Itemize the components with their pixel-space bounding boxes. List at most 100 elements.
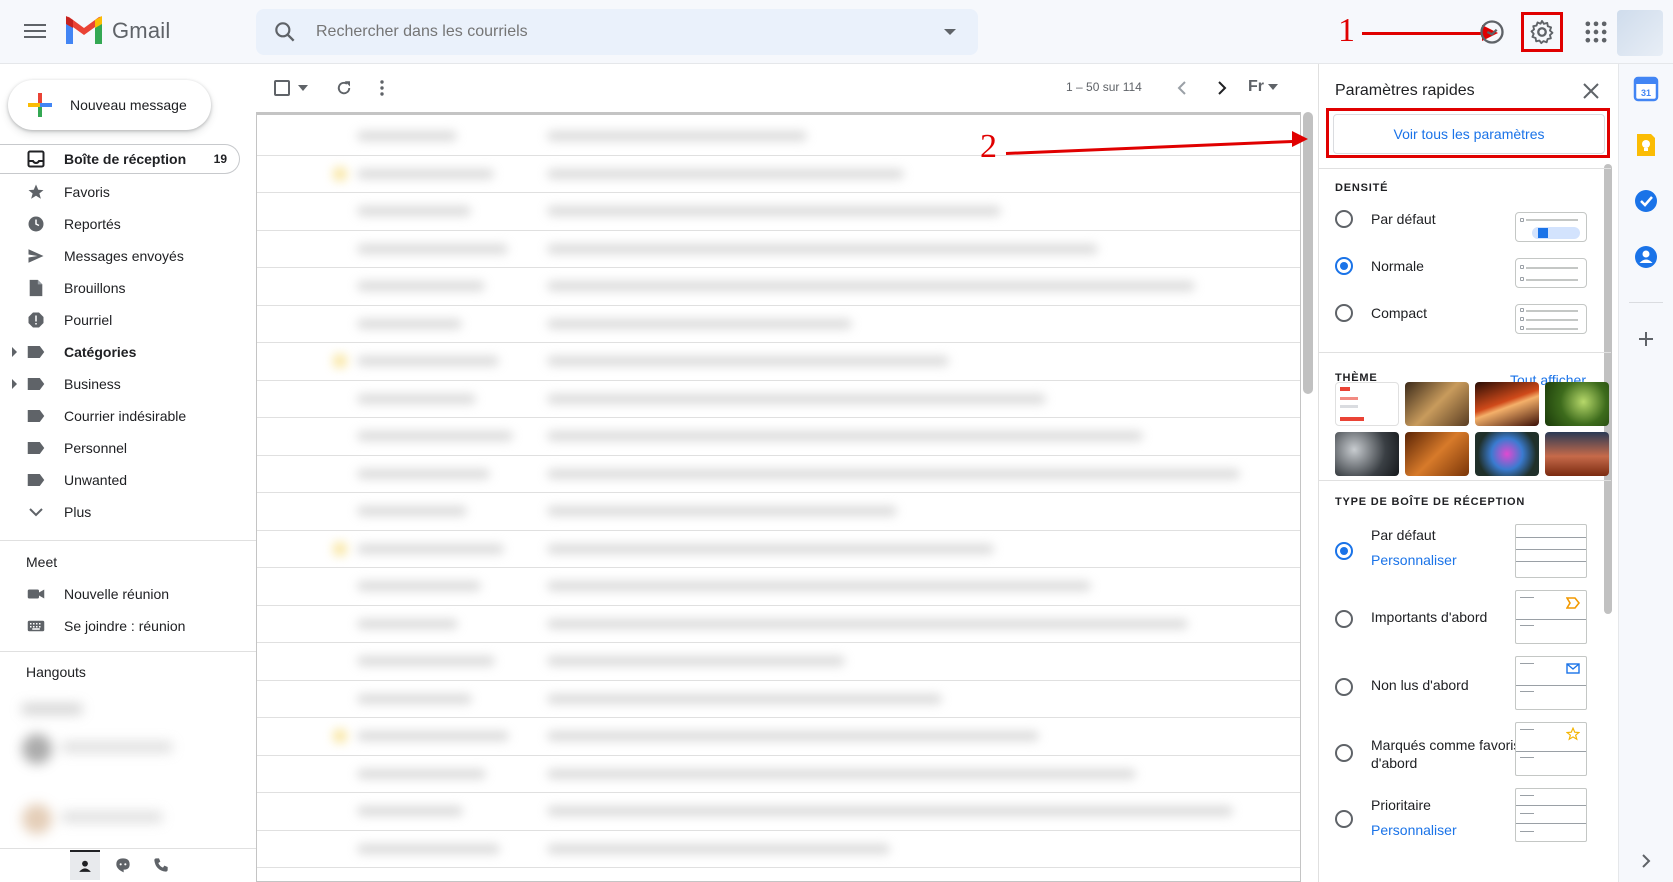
search-options-icon[interactable] <box>944 29 956 35</box>
divider <box>1319 168 1611 169</box>
sidebar-item-label: Catégories <box>64 344 137 360</box>
inbox-priority-label: Prioritaire <box>1371 797 1431 813</box>
sidebar-item-drafts[interactable]: Brouillons <box>0 272 256 304</box>
calendar-icon[interactable]: 31 <box>1633 76 1659 102</box>
sidebar-item-junk[interactable]: Courrier indésirable <box>0 400 256 432</box>
theme-chess-thumbnail[interactable] <box>1405 382 1469 426</box>
density-option-normal[interactable]: Normale <box>1335 257 1424 275</box>
inbox-type-starred-first[interactable]: Marqués comme favoris d'abord <box>1335 722 1605 784</box>
inbox-starred-label: Marqués comme favoris d'abord <box>1371 737 1521 771</box>
close-icon[interactable] <box>1580 80 1602 102</box>
inbox-priority-customize-link[interactable]: Personnaliser <box>1371 822 1457 838</box>
more-options-icon[interactable] <box>368 74 396 102</box>
select-all-checkbox[interactable] <box>268 74 296 102</box>
sidebar-item-spam[interactable]: Pourriel <box>0 304 256 336</box>
input-tools-button[interactable]: Fr <box>1248 78 1278 96</box>
inbox-important-preview <box>1515 590 1587 644</box>
density-option-default[interactable]: Par défaut <box>1335 210 1436 228</box>
search-input[interactable] <box>316 23 916 41</box>
density-compact-radio[interactable] <box>1335 304 1353 322</box>
theme-nature-thumbnail[interactable] <box>1545 382 1609 426</box>
inbox-type-important-first[interactable]: Importants d'abord <box>1335 590 1605 652</box>
chevron-right-icon[interactable] <box>1212 78 1232 98</box>
inbox-default-radio[interactable] <box>1335 542 1353 560</box>
inbox-important-radio[interactable] <box>1335 610 1353 628</box>
mail-row-sender-blurred <box>357 843 500 854</box>
density-default-radio[interactable] <box>1335 210 1353 228</box>
refresh-icon[interactable] <box>330 74 358 102</box>
sidebar-item-categories[interactable]: Catégories <box>0 336 256 368</box>
sidebar-item-unwanted[interactable]: Unwanted <box>0 464 256 496</box>
meet-section-title: Meet <box>26 554 58 570</box>
sidebar-item-snoozed[interactable]: Reportés <box>0 208 256 240</box>
inbox-type-priority[interactable]: Prioritaire Personnaliser <box>1335 788 1605 850</box>
label-icon <box>26 374 46 394</box>
sidebar-item-more[interactable]: Plus <box>0 496 256 528</box>
mail-row-subject-blurred <box>547 356 949 366</box>
phone-tab-icon[interactable] <box>146 850 176 880</box>
inbox-type-default[interactable]: Par défaut Personnaliser <box>1335 524 1605 586</box>
contacts-icon[interactable] <box>1633 244 1659 270</box>
chevron-left-icon[interactable] <box>1172 78 1192 98</box>
chevron-right-icon[interactable] <box>1633 848 1659 874</box>
divider <box>0 651 256 652</box>
mail-list-scrollbar[interactable] <box>1303 112 1313 394</box>
density-default-label: Par défaut <box>1371 211 1436 227</box>
search-icon[interactable] <box>272 19 298 45</box>
settings-gear-icon[interactable] <box>1528 18 1556 46</box>
gmail-m-icon <box>66 16 102 44</box>
main-menu-icon[interactable] <box>22 20 48 44</box>
select-options-icon[interactable] <box>296 74 310 102</box>
sidebar-item-inbox[interactable]: Boîte de réception 19 <box>0 144 240 174</box>
mail-row-subject-blurred <box>547 468 1240 479</box>
compose-button[interactable]: Nouveau message <box>8 80 211 130</box>
sidebar-item-personal[interactable]: Personnel <box>0 432 256 464</box>
theme-autumn-thumbnail[interactable] <box>1405 432 1469 476</box>
mail-row-sender-blurred <box>357 206 471 216</box>
mail-row-divider <box>257 529 1300 531</box>
density-normal-radio[interactable] <box>1335 257 1353 275</box>
theme-canyon-thumbnail[interactable] <box>1475 382 1539 426</box>
density-option-compact[interactable]: Compact <box>1335 304 1427 322</box>
inbox-unread-radio[interactable] <box>1335 678 1353 696</box>
sidebar-item-business[interactable]: Business <box>0 368 256 400</box>
annotation-arrow-1-line <box>1362 32 1484 35</box>
apps-grid-icon[interactable] <box>1582 18 1610 46</box>
mail-row-divider <box>257 379 1300 381</box>
chevron-down-icon <box>26 502 46 522</box>
sidebar-item-starred[interactable]: Favoris <box>0 176 256 208</box>
keep-icon[interactable] <box>1633 132 1659 158</box>
theme-sunset-thumbnail[interactable] <box>1545 432 1609 476</box>
quick-settings-panel: Paramètres rapides Voir tous les paramèt… <box>1318 64 1618 882</box>
chat-tab-icon[interactable] <box>108 850 138 880</box>
gmail-logo[interactable]: Gmail <box>64 16 170 46</box>
mail-row-subject-blurred <box>547 131 807 141</box>
mail-row-subject-blurred <box>547 543 994 554</box>
mail-row-subject-blurred <box>547 281 1195 291</box>
mail-row-subject-blurred <box>547 393 1046 404</box>
inbox-starred-radio[interactable] <box>1335 744 1353 762</box>
expand-arrow-icon[interactable] <box>12 347 17 357</box>
theme-bubbles-thumbnail[interactable] <box>1335 432 1399 476</box>
inbox-default-customize-link[interactable]: Personnaliser <box>1371 552 1457 568</box>
side-apps-bar: 31 <box>1618 64 1673 882</box>
theme-lights-thumbnail[interactable] <box>1475 432 1539 476</box>
inbox-priority-radio[interactable] <box>1335 810 1353 828</box>
account-avatar[interactable] <box>1617 10 1663 56</box>
status-icon[interactable] <box>1478 18 1506 46</box>
meet-new-meeting[interactable]: Nouvelle réunion <box>0 578 256 610</box>
expand-arrow-icon[interactable] <box>12 379 17 389</box>
inbox-type-unread-first[interactable]: Non lus d'abord <box>1335 656 1605 718</box>
tasks-icon[interactable] <box>1633 188 1659 214</box>
meet-new-meeting-label: Nouvelle réunion <box>64 586 170 602</box>
search-bar[interactable] <box>256 9 978 55</box>
contacts-tab-icon[interactable] <box>70 850 100 880</box>
sidebar-item-label: Boîte de réception <box>64 151 187 167</box>
sidebar-item-sent[interactable]: Messages envoyés <box>0 240 256 272</box>
mail-row-subject-blurred <box>547 768 1136 779</box>
meet-join[interactable]: Se joindre : réunion <box>0 610 256 642</box>
add-addon-plus-icon[interactable] <box>1633 326 1659 352</box>
mail-row-subject-blurred <box>547 168 904 179</box>
sidebar-item-label: Favoris <box>64 184 110 200</box>
theme-default-thumbnail[interactable] <box>1335 382 1399 426</box>
